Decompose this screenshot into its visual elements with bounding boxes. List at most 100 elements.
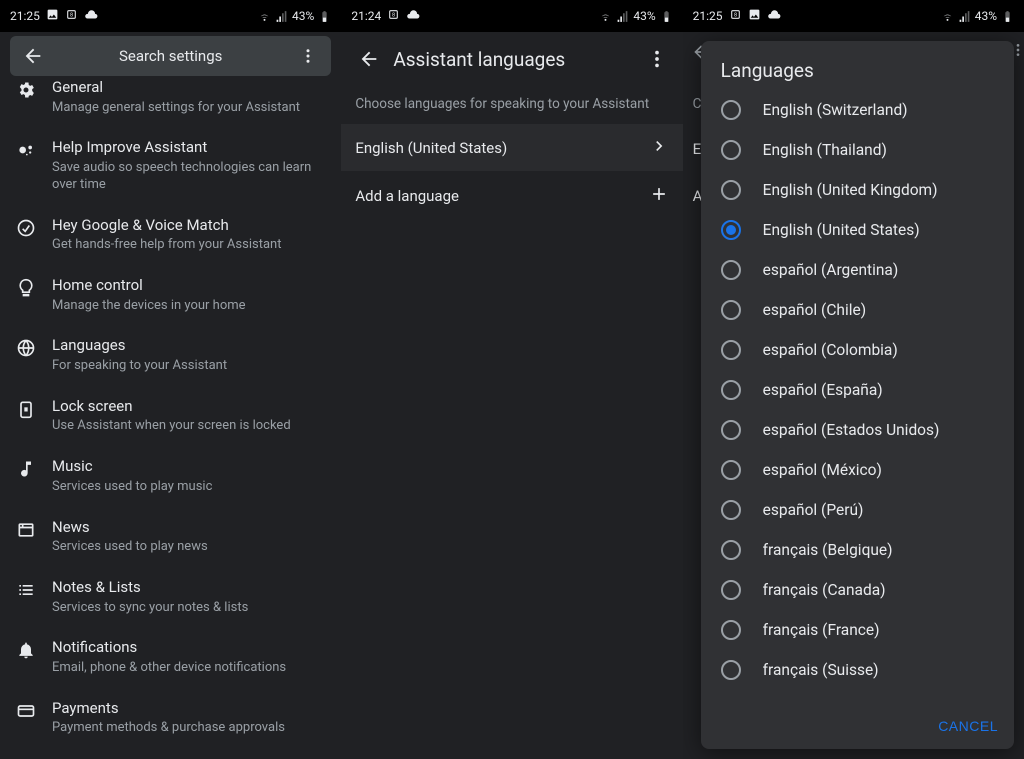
settings-item-title: Notes & Lists [52,578,327,598]
language-dialog: Languages English (Switzerland) English (… [701,41,1014,749]
status-bar: 21:25 8 43% [0,0,341,32]
language-option-label: español (Argentina) [741,261,899,279]
settings-item-title: Languages [52,336,327,356]
dialog-title: Languages [701,41,1014,90]
list-icon [16,578,52,600]
language-option[interactable]: español (Estados Unidos) [701,410,1014,450]
music-icon [16,457,52,479]
radio-icon [721,580,741,600]
language-option-label: español (Perú) [741,501,864,519]
language-option[interactable]: español (Perú) [701,490,1014,530]
svg-text:8: 8 [734,13,737,19]
settings-item-title: Home control [52,276,327,296]
settings-item-title: News [52,518,327,538]
radio-icon [721,100,741,120]
current-language-label: English (United States) [355,139,648,157]
add-language-row[interactable]: Add a language [341,172,682,220]
back-icon[interactable] [18,45,48,67]
language-option-label: español (Colombia) [741,341,898,359]
language-option[interactable]: English (Switzerland) [701,90,1014,130]
language-option-label: français (Canada) [741,581,886,599]
more-icon[interactable] [639,48,675,70]
back-icon[interactable] [349,48,389,70]
settings-item-notes-lists[interactable]: Notes & ListsServices to sync your notes… [0,568,341,628]
dialog-actions: CANCEL [701,708,1014,749]
radio-icon [721,620,741,640]
language-option[interactable]: español (España) [701,370,1014,410]
language-option[interactable]: español (Colombia) [701,330,1014,370]
settings-item-general[interactable]: General Manage general settings for your … [0,68,341,128]
svg-text:8: 8 [392,13,395,19]
settings-item-notifications[interactable]: NotificationsEmail, phone & other device… [0,628,341,688]
language-option[interactable]: English (Thailand) [701,130,1014,170]
settings-item-hey-google-voice-match[interactable]: Hey Google & Voice MatchGet hands-free h… [0,206,341,266]
radio-icon [721,260,741,280]
settings-item-sub: Manage general settings for your Assista… [52,100,327,117]
plus-icon [649,184,669,208]
settings-list: General Manage general settings for your … [0,80,341,749]
radio-icon [721,420,741,440]
language-option[interactable]: français (Canada) [701,570,1014,610]
settings-item-title: Payments [52,699,327,719]
settings-screen: 21:25 8 43% Search settings General Manag… [0,0,341,759]
bulb-icon [16,276,52,298]
status-time: 21:25 [693,9,723,23]
battery-text: 43% [975,9,997,23]
settings-item-music[interactable]: MusicServices used to play music [0,447,341,507]
section-header: Choose languages for speaking to your As… [341,86,682,124]
settings-item-sub: Save audio so speech technologies can le… [52,160,327,194]
language-option[interactable]: français (Suisse) [701,650,1014,690]
gear-icon [16,78,52,100]
language-option-label: English (Thailand) [741,141,887,159]
language-option[interactable]: español (Chile) [701,290,1014,330]
settings-item-title: Lock screen [52,397,327,417]
add-language-label: Add a language [355,187,648,205]
battery-text: 43% [633,9,655,23]
language-option-label: français (France) [741,621,880,639]
settings-item-home-control[interactable]: Home controlManage the devices in your h… [0,266,341,326]
settings-item-languages[interactable]: LanguagesFor speaking to your Assistant [0,326,341,386]
language-option-label: français (Belgique) [741,541,893,559]
radio-icon [721,220,741,240]
snooze-icon: 8 [65,8,78,24]
cancel-button[interactable]: CANCEL [938,718,998,734]
globe-icon [16,336,52,358]
settings-item-lock-screen[interactable]: Lock screenUse Assistant when your scree… [0,387,341,447]
language-option[interactable]: français (Belgique) [701,530,1014,570]
status-bar: 21:24 8 43% [341,0,682,32]
image-icon [748,8,761,24]
voice-icon [16,216,52,238]
language-option[interactable]: español (México) [701,450,1014,490]
svg-text:8: 8 [70,13,73,19]
settings-item-payments[interactable]: PaymentsPayment methods & purchase appro… [0,689,341,749]
settings-item-help-improve-assistant[interactable]: Help Improve AssistantSave audio so spee… [0,128,341,205]
lock-icon [16,397,52,419]
language-option[interactable]: español (Argentina) [701,250,1014,290]
news-icon [16,518,52,540]
settings-item-sub: Email, phone & other device notification… [52,660,327,677]
language-option-label: English (United Kingdom) [741,181,938,199]
settings-item-sub: Get hands-free help from your Assistant [52,237,327,254]
app-bar-title: Assistant languages [389,48,638,71]
current-language-row[interactable]: English (United States) [341,124,682,172]
settings-item-title: General [52,78,327,98]
radio-icon [721,540,741,560]
language-option[interactable]: English (United Kingdom) [701,170,1014,210]
battery-icon [318,10,331,23]
language-option[interactable]: français (France) [701,610,1014,650]
settings-item-sub: Use Assistant when your screen is locked [52,418,327,435]
cloud-icon [767,8,781,25]
language-option[interactable]: English (United States) [701,210,1014,250]
settings-item-news[interactable]: NewsServices used to play news [0,508,341,568]
assist-icon [16,138,52,160]
search-placeholder: Search settings [48,47,293,65]
languages-screen: 21:24 8 43% Assistant languages Choose l… [341,0,682,759]
language-option-label: español (España) [741,381,883,399]
snooze-icon: 8 [387,8,400,24]
snooze-icon: 8 [729,8,742,24]
radio-icon [721,140,741,160]
radio-icon [721,300,741,320]
image-icon [46,8,59,24]
language-option-label: English (Switzerland) [741,101,908,119]
more-icon[interactable] [293,47,323,65]
